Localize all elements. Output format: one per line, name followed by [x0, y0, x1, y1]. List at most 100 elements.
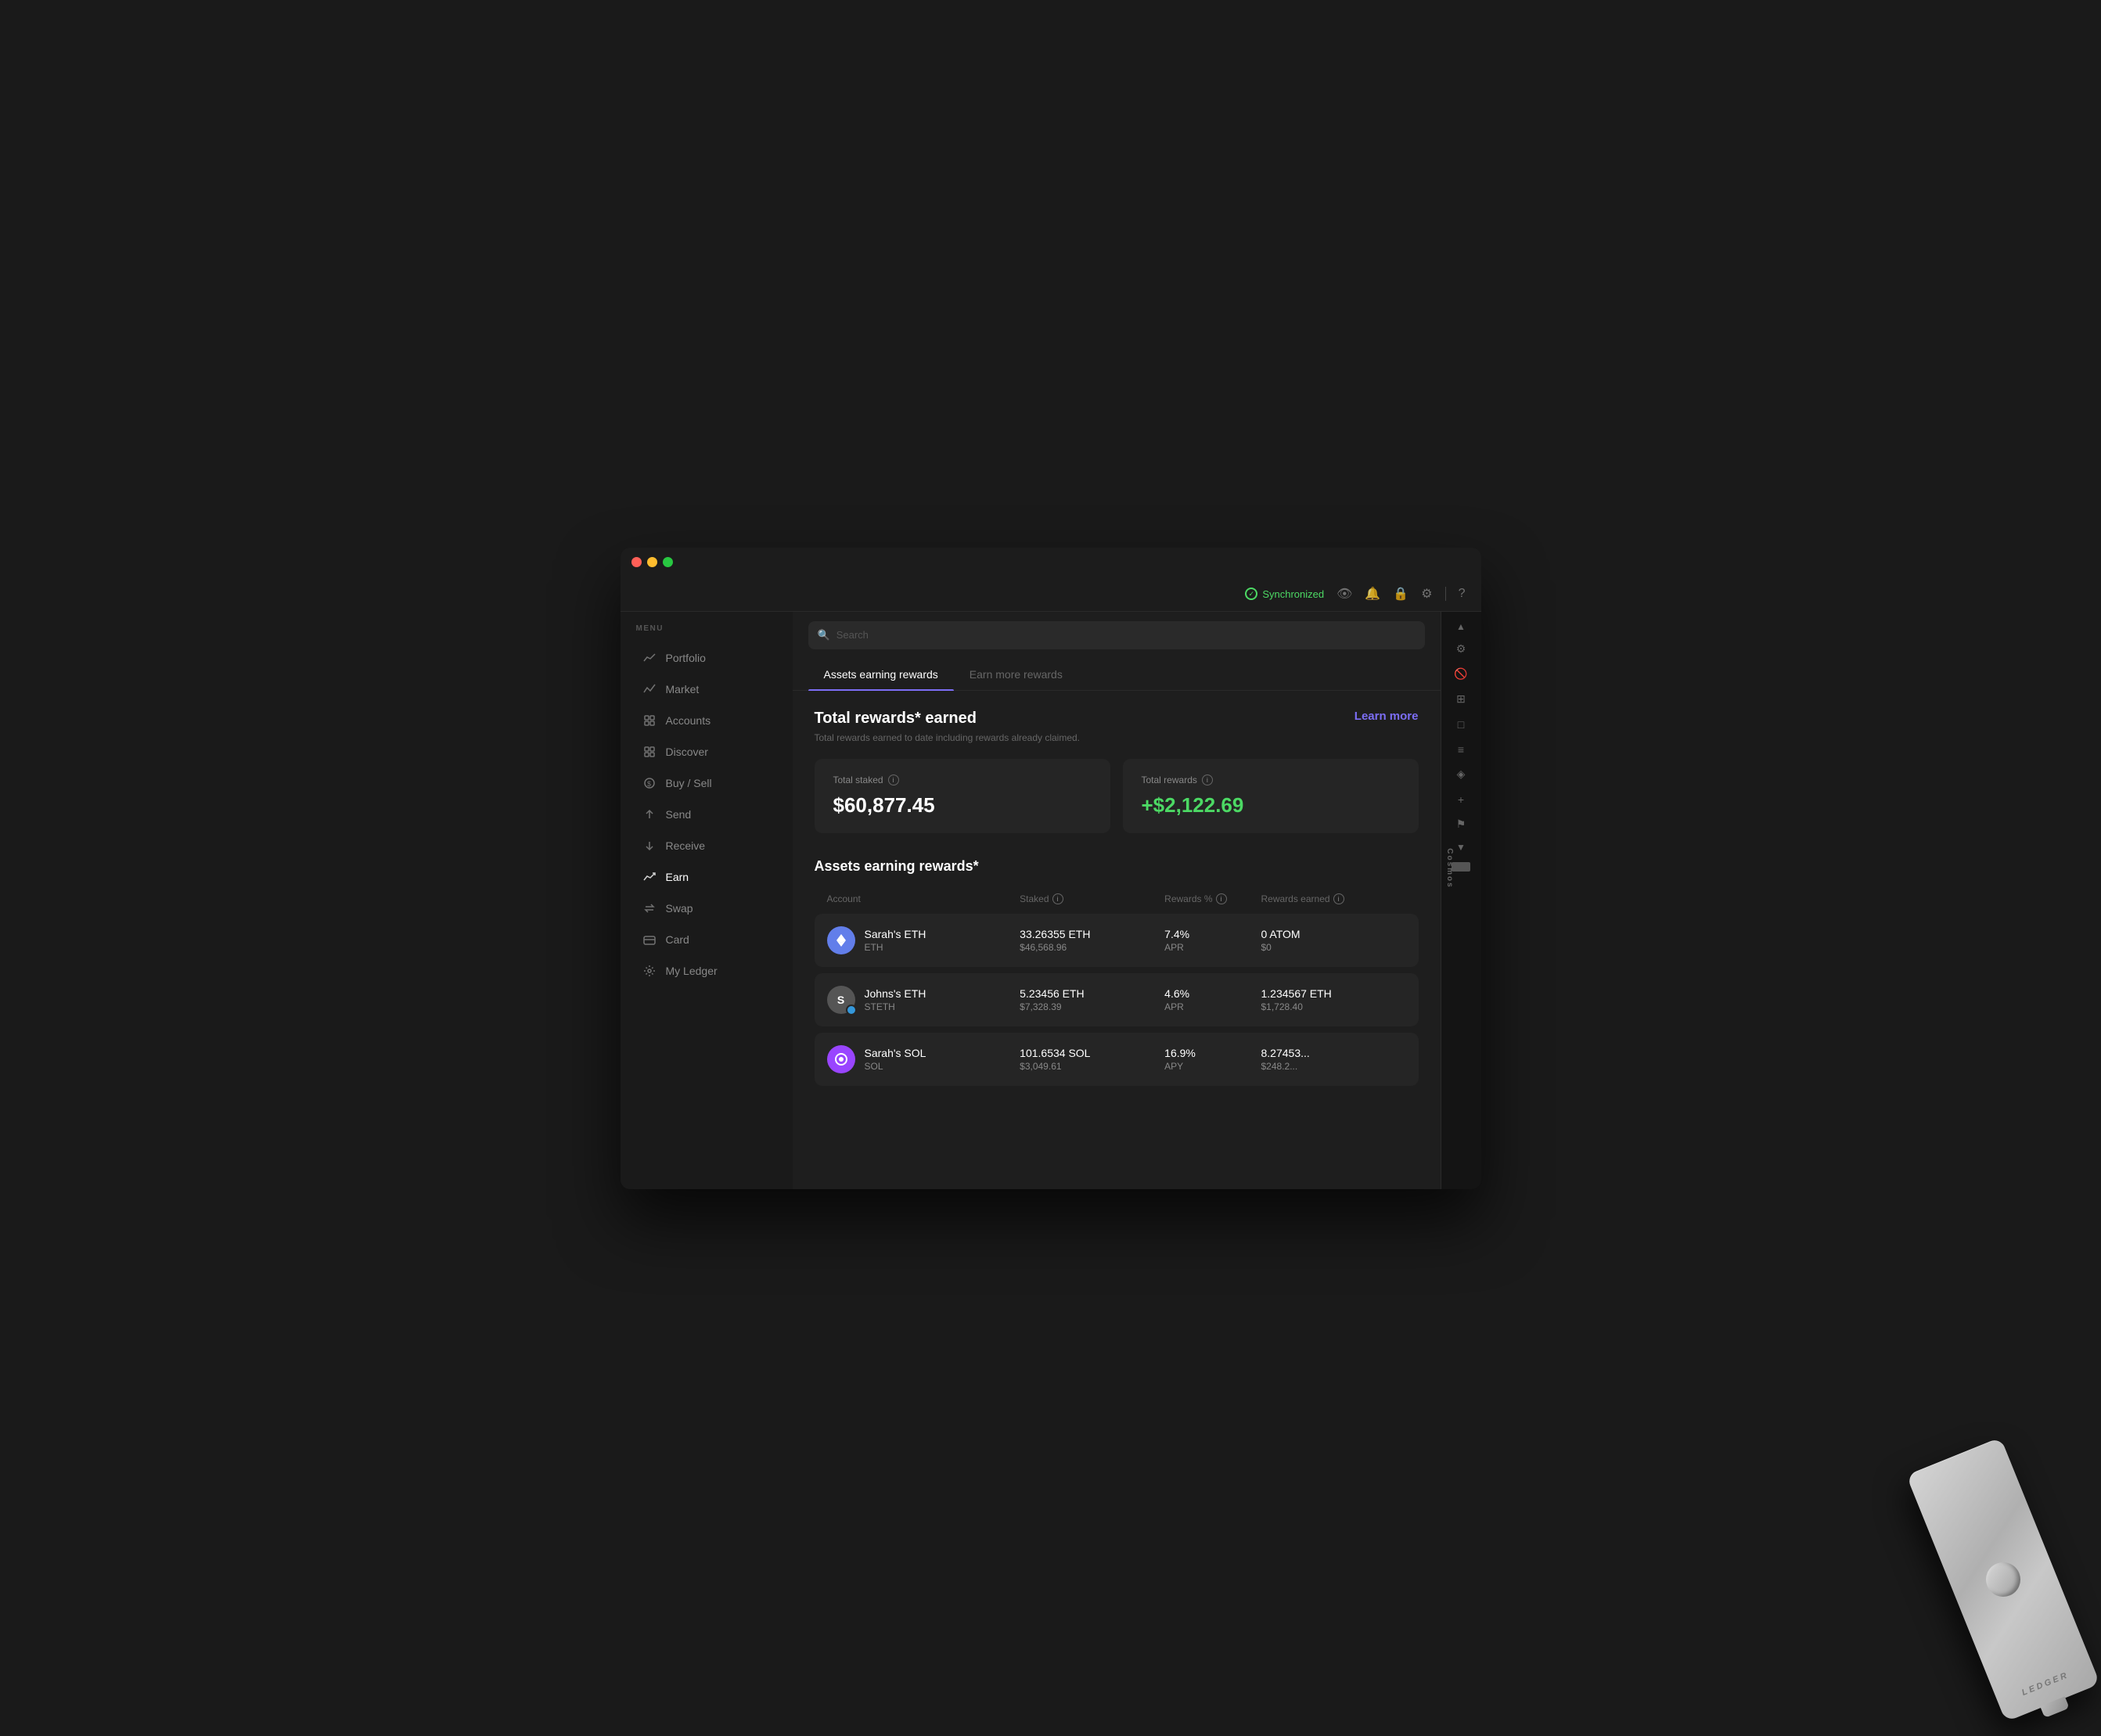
staked-amount: 101.6534 SOL [1020, 1047, 1164, 1059]
th-staked: Staked i [1020, 893, 1164, 904]
total-staked-label: Total staked i [833, 775, 1092, 785]
staked-usd: $46,568.96 [1020, 942, 1164, 953]
panel-icon-6[interactable]: ◈ [1450, 764, 1472, 785]
rewards-pct-cell: 4.6% APR [1164, 987, 1261, 1012]
panel-icon-4[interactable]: □ [1450, 713, 1472, 735]
traffic-lights [631, 557, 673, 567]
tab-assets-earning[interactable]: Assets earning rewards [808, 659, 954, 690]
rewards-pct-col-info-icon[interactable]: i [1216, 893, 1227, 904]
sidebar-label-market: Market [666, 683, 700, 695]
reward-usd: $248.2... [1261, 1061, 1406, 1072]
table-row[interactable]: Sarah's SOL SOL 101.6534 SOL $3,049.61 1… [815, 1033, 1419, 1086]
help-icon[interactable]: ? [1459, 587, 1466, 601]
reward-earned: 1.234567 ETH [1261, 987, 1406, 1000]
sidebar-item-send[interactable]: Send [627, 799, 786, 830]
reward-type: APR [1164, 1001, 1261, 1012]
close-button[interactable] [631, 557, 642, 567]
eye-icon[interactable]: 👁 [1337, 586, 1352, 602]
sidebar-item-accounts[interactable]: Accounts [627, 705, 786, 736]
reward-usd: $1,728.40 [1261, 1001, 1406, 1012]
search-bar[interactable]: 🔍 Search [808, 621, 1425, 649]
app-window: ✓ Synchronized 👁 🔔 🔒 ⚙ ? MENU Portfolio [621, 548, 1481, 1189]
rewards-earned-cell: 1.234567 ETH $1,728.40 [1261, 987, 1406, 1012]
rewards-subtitle: Total rewards earned to date including r… [815, 732, 1081, 743]
th-account: Account [827, 893, 1020, 904]
staked-usd: $3,049.61 [1020, 1061, 1164, 1072]
tab-bar: Assets earning rewards Earn more rewards [793, 659, 1441, 691]
steth-avatar: S [827, 986, 855, 1014]
panel-icon-8[interactable]: ⚑ [1450, 814, 1472, 836]
rewards-earned-cell: 0 ATOM $0 [1261, 928, 1406, 953]
asset-info: Sarah's SOL SOL [865, 1047, 926, 1072]
sidebar-label-swap: Swap [666, 902, 693, 915]
reward-type: APY [1164, 1061, 1261, 1072]
asset-account: S Johns's ETH STETH [827, 986, 1020, 1014]
sidebar-item-portfolio[interactable]: Portfolio [627, 642, 786, 674]
staked-cell: 5.23456 ETH $7,328.39 [1020, 987, 1164, 1012]
content-area: 🔍 Search Assets earning rewards Earn mor… [793, 612, 1441, 1189]
device-brand-label: LEDGER [1996, 1661, 2094, 1708]
asset-name: Sarah's SOL [865, 1047, 926, 1059]
reward-earned: 8.27453... [1261, 1047, 1406, 1059]
gear-icon[interactable]: ⚙ [1421, 586, 1432, 602]
sidebar-item-receive[interactable]: Receive [627, 830, 786, 861]
rewards-pct-cell: 7.4% APR [1164, 928, 1261, 953]
staked-cell: 101.6534 SOL $3,049.61 [1020, 1047, 1164, 1072]
asset-account: Sarah's SOL SOL [827, 1045, 1020, 1073]
table-row[interactable]: Sarah's ETH ETH 33.26355 ETH $46,568.96 … [815, 914, 1419, 967]
sidebar-label-receive: Receive [666, 839, 706, 852]
sidebar-label-card: Card [666, 933, 689, 946]
rewards-earned-cell: 8.27453... $248.2... [1261, 1047, 1406, 1072]
header-divider [1445, 587, 1446, 601]
panel-icon-3[interactable]: ⊞ [1450, 688, 1472, 710]
device-button [1980, 1557, 2025, 1601]
reward-pct: 4.6% [1164, 987, 1261, 1000]
table-header: Account Staked i Rewards % i Rewards ear… [815, 887, 1419, 911]
lock-icon[interactable]: 🔒 [1393, 586, 1408, 602]
table-row[interactable]: S Johns's ETH STETH 5.23456 ETH $7,328.3… [815, 973, 1419, 1026]
th-rewards-pct: Rewards % i [1164, 893, 1261, 904]
staked-amount: 5.23456 ETH [1020, 987, 1164, 1000]
maximize-button[interactable] [663, 557, 673, 567]
portfolio-icon [642, 651, 657, 665]
asset-info: Sarah's ETH ETH [865, 928, 926, 953]
sync-label: Synchronized [1262, 588, 1324, 600]
device-connector [2040, 1696, 2070, 1718]
rewards-header: Total rewards* earned Total rewards earn… [815, 710, 1419, 743]
sidebar-item-card[interactable]: Card [627, 924, 786, 955]
reward-pct: 16.9% [1164, 1047, 1261, 1059]
minimize-button[interactable] [647, 557, 657, 567]
staked-info-icon[interactable]: i [888, 775, 899, 785]
panel-icon-2[interactable]: 🚫 [1450, 663, 1472, 685]
sidebar-item-discover[interactable]: Discover [627, 736, 786, 767]
sidebar-item-earn[interactable]: Earn [627, 861, 786, 893]
staked-cell: 33.26355 ETH $46,568.96 [1020, 928, 1164, 953]
earn-icon [642, 870, 657, 884]
search-placeholder: Search [836, 629, 869, 641]
sidebar-item-buy-sell[interactable]: $ Buy / Sell [627, 767, 786, 799]
sidebar-item-my-ledger[interactable]: My Ledger [627, 955, 786, 987]
learn-more-button[interactable]: Learn more [1354, 710, 1419, 723]
asset-symbol: SOL [865, 1061, 926, 1072]
chevron-up-icon[interactable]: ▲ [1456, 618, 1466, 635]
sidebar-item-market[interactable]: Market [627, 674, 786, 705]
rewards-earned-col-info-icon[interactable]: i [1333, 893, 1344, 904]
total-rewards-label: Total rewards i [1142, 775, 1400, 785]
total-staked-card: Total staked i $60,877.45 [815, 759, 1110, 833]
bell-icon[interactable]: 🔔 [1365, 586, 1380, 602]
asset-account: Sarah's ETH ETH [827, 926, 1020, 954]
panel-icon-1[interactable]: ⚙ [1450, 638, 1472, 660]
chevron-down-icon[interactable]: ▼ [1456, 839, 1466, 856]
staked-amount: 33.26355 ETH [1020, 928, 1164, 940]
sidebar-item-swap[interactable]: Swap [627, 893, 786, 924]
tab-earn-more[interactable]: Earn more rewards [954, 659, 1078, 690]
discover-icon [642, 745, 657, 759]
panel-icon-5[interactable]: ≡ [1450, 739, 1472, 760]
staked-col-info-icon[interactable]: i [1052, 893, 1063, 904]
sidebar-label-send: Send [666, 808, 692, 821]
panel-icon-7[interactable]: + [1450, 789, 1472, 810]
reward-pct: 7.4% [1164, 928, 1261, 940]
rewards-info-icon[interactable]: i [1202, 775, 1213, 785]
card-icon [642, 933, 657, 947]
market-icon [642, 682, 657, 696]
